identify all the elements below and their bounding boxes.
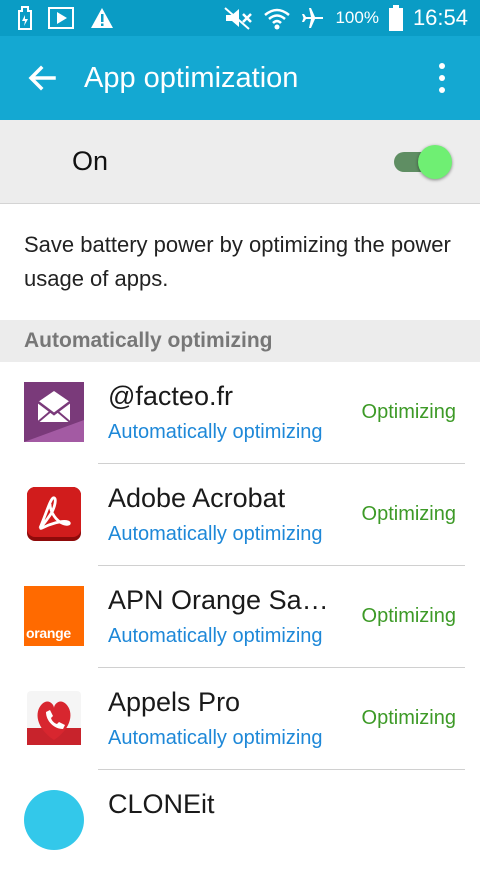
page-title: App optimization bbox=[84, 62, 299, 94]
mute-icon bbox=[224, 7, 253, 30]
app-name: Adobe Acrobat bbox=[108, 483, 286, 513]
play-store-notification-icon bbox=[48, 7, 74, 29]
airplane-mode-icon bbox=[302, 8, 324, 28]
section-title: Automatically optimizing bbox=[24, 329, 273, 352]
battery-icon bbox=[388, 5, 403, 31]
app-subtitle: Automatically optimizing bbox=[108, 523, 323, 545]
app-status: Optimizing bbox=[361, 401, 456, 423]
cloneit-app-icon bbox=[24, 790, 84, 850]
app-name: APN Orange Sans Contact bbox=[108, 585, 336, 615]
notification-icons bbox=[18, 6, 114, 30]
app-name: @facteo.fr bbox=[108, 381, 233, 411]
app-subtitle: Automatically optimizing bbox=[108, 421, 323, 443]
status-bar: 100% 16:54 bbox=[0, 0, 480, 36]
app-list: @facteo.fr Automatically optimizing Opti… bbox=[0, 362, 480, 872]
section-header: Automatically optimizing bbox=[0, 320, 480, 362]
warning-icon bbox=[91, 8, 113, 28]
power-saving-icon bbox=[18, 6, 32, 30]
switch-thumb bbox=[418, 145, 452, 179]
list-item[interactable]: orange APN Orange Sans Contact Automatic… bbox=[0, 566, 480, 668]
app-subtitle: Automatically optimizing bbox=[108, 625, 323, 647]
adobe-acrobat-app-icon bbox=[24, 484, 84, 544]
list-item[interactable]: @facteo.fr Automatically optimizing Opti… bbox=[0, 362, 480, 464]
orange-app-icon: orange bbox=[24, 586, 84, 646]
list-item[interactable]: CLONEit bbox=[0, 770, 480, 872]
description: Save battery power by optimizing the pow… bbox=[24, 232, 451, 291]
app-name: CLONEit bbox=[108, 789, 215, 819]
app-status: Optimizing bbox=[361, 503, 456, 525]
clock: 16:54 bbox=[412, 5, 468, 30]
app-status: Optimizing bbox=[361, 605, 456, 627]
arrow-left-icon bbox=[28, 65, 56, 91]
facteo-app-icon bbox=[24, 382, 84, 442]
more-options-button[interactable] bbox=[426, 60, 458, 96]
toggle-label: On bbox=[72, 146, 109, 176]
app-subtitle: Automatically optimizing bbox=[108, 727, 323, 749]
wifi-icon bbox=[264, 8, 291, 30]
app-status: Optimizing bbox=[361, 707, 456, 729]
list-item[interactable]: Appels Pro Automatically optimizing Opti… bbox=[0, 668, 480, 770]
back-button[interactable] bbox=[24, 60, 60, 96]
more-vert-icon bbox=[439, 63, 445, 93]
app-name: Appels Pro bbox=[108, 687, 241, 717]
app-bar: App optimization bbox=[0, 36, 480, 120]
list-item[interactable]: Adobe Acrobat Automatically optimizing O… bbox=[0, 464, 480, 566]
orange-logo-text: orange bbox=[26, 625, 71, 641]
system-status: 100% 16:54 bbox=[223, 4, 468, 32]
appels-pro-app-icon bbox=[24, 688, 84, 748]
battery-percent: 100% bbox=[335, 8, 379, 27]
